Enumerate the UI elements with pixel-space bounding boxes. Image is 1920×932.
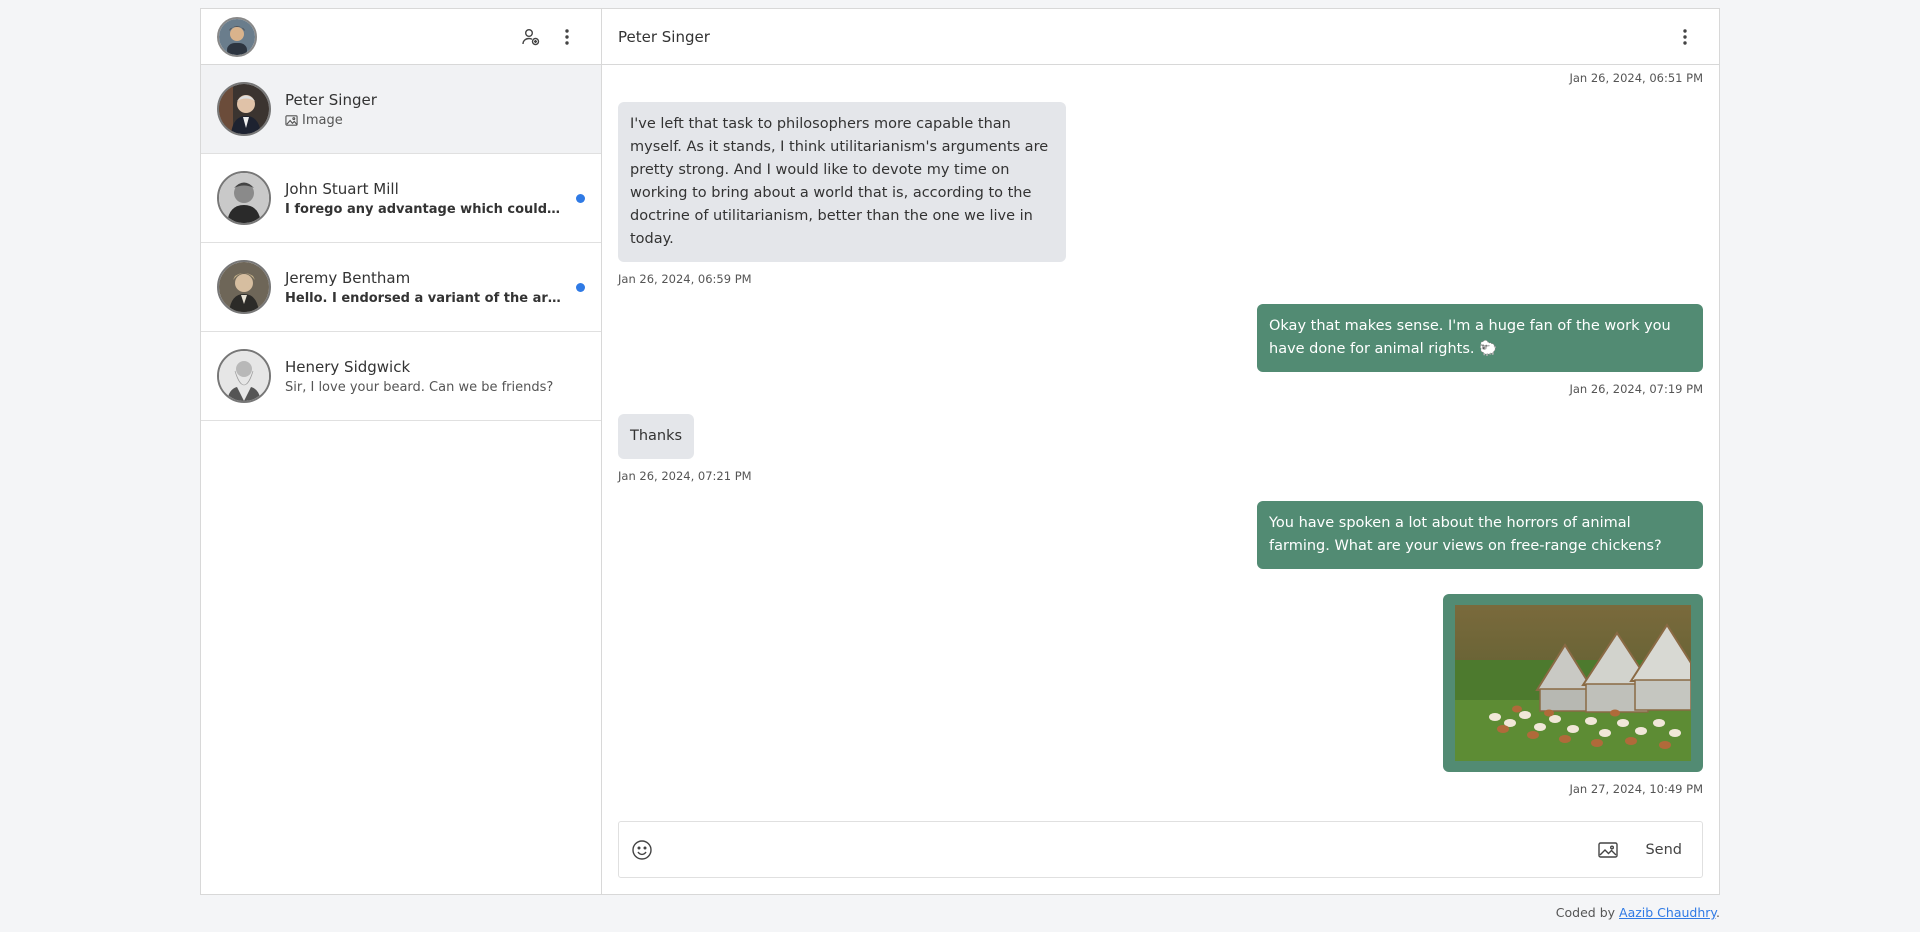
image-message-bubble[interactable] xyxy=(1443,594,1703,772)
message-composer: Send xyxy=(618,821,1703,878)
message-bubble: I've left that task to philosophers more… xyxy=(618,102,1066,262)
message-row: Thanks Jan 26, 2024, 07:21 PM xyxy=(618,414,1703,483)
chat-app: Peter Singer Image John Stuart Mill I fo… xyxy=(200,8,1720,895)
sidebar-header xyxy=(201,9,601,65)
message-bubble: Okay that makes sense. I'm a huge fan of… xyxy=(1257,304,1703,372)
message-timestamp: Jan 26, 2024, 07:19 PM xyxy=(1569,382,1703,396)
avatar xyxy=(217,171,271,225)
chat-info: Henery Sidgwick Sir, I love your beard. … xyxy=(285,358,585,395)
message-row: You have spoken a lot about the horrors … xyxy=(618,501,1703,569)
author-link[interactable]: Aazib Chaudhry xyxy=(1619,905,1716,920)
chat-preview-text: Image xyxy=(302,112,343,128)
sidebar: Peter Singer Image John Stuart Mill I fo… xyxy=(201,9,602,894)
chat-info: John Stuart Mill I forego any advantage … xyxy=(285,180,562,217)
chat-preview-text: Sir, I love your beard. Can we be friend… xyxy=(285,379,554,395)
emoji-icon[interactable] xyxy=(631,839,653,861)
sidebar-menu-icon[interactable] xyxy=(549,19,585,55)
unread-indicator xyxy=(576,282,585,292)
attach-image-icon[interactable] xyxy=(1597,840,1619,860)
message-timestamp: Jan 26, 2024, 06:51 PM xyxy=(1569,71,1703,85)
free-range-chickens-photo[interactable] xyxy=(1455,605,1691,761)
chat-preview-text: Hello. I endorsed a variant of the argum… xyxy=(285,290,562,306)
chat-preview: Image xyxy=(285,113,585,128)
message-bubble: Thanks xyxy=(618,414,695,459)
conversation-header: Peter Singer xyxy=(602,9,1719,65)
conversation-panel: Peter Singer Jan 26, 2024, 06:51 PM I've… xyxy=(602,9,1719,894)
conversation-title: Peter Singer xyxy=(618,27,710,46)
chat-preview: Hello. I endorsed a variant of the argum… xyxy=(285,291,562,306)
message-list[interactable]: Jan 26, 2024, 06:51 PM I've left that ta… xyxy=(602,65,1719,894)
chat-name: Henery Sidgwick xyxy=(285,357,411,376)
message-timestamp: Jan 27, 2024, 10:49 PM xyxy=(1569,782,1703,796)
message-row: Okay that makes sense. I'm a huge fan of… xyxy=(618,304,1703,396)
chat-item-peter-singer[interactable]: Peter Singer Image xyxy=(201,65,601,154)
message-input[interactable] xyxy=(665,841,1586,858)
avatar xyxy=(217,82,271,136)
user-avatar[interactable] xyxy=(217,16,257,57)
chat-name: John Stuart Mill xyxy=(285,179,399,198)
image-icon xyxy=(285,114,298,126)
message-row: Jan 27, 2024, 10:49 PM xyxy=(618,594,1703,796)
avatar xyxy=(217,349,271,403)
chat-item-henery-sidgwick[interactable]: Henery Sidgwick Sir, I love your beard. … xyxy=(201,332,601,421)
send-button[interactable]: Send xyxy=(1637,842,1690,858)
message-timestamp: Jan 26, 2024, 07:21 PM xyxy=(618,469,752,483)
message-timestamp: Jan 26, 2024, 06:59 PM xyxy=(618,272,752,286)
conversation-menu-icon[interactable] xyxy=(1667,19,1703,55)
message-row: I've left that task to philosophers more… xyxy=(618,102,1703,286)
chat-name: Jeremy Bentham xyxy=(285,268,411,287)
message-bubble: You have spoken a lot about the horrors … xyxy=(1257,501,1703,569)
chat-info: Peter Singer Image xyxy=(285,91,585,128)
chat-preview: Sir, I love your beard. Can we be friend… xyxy=(285,380,585,395)
chat-preview: I forego any advantage which could be de… xyxy=(285,202,562,217)
chat-preview-text: I forego any advantage which could be de… xyxy=(285,201,562,217)
chat-item-john-stuart-mill[interactable]: John Stuart Mill I forego any advantage … xyxy=(201,154,601,243)
chat-item-jeremy-bentham[interactable]: Jeremy Bentham Hello. I endorsed a varia… xyxy=(201,243,601,332)
avatar xyxy=(217,260,271,314)
footer-prefix: Coded by xyxy=(1555,905,1620,920)
unread-indicator xyxy=(576,193,585,203)
footer-suffix: . xyxy=(1716,905,1720,920)
add-contact-icon[interactable] xyxy=(513,19,549,55)
chat-name: Peter Singer xyxy=(285,90,377,109)
chat-info: Jeremy Bentham Hello. I endorsed a varia… xyxy=(285,269,562,306)
footer-credit: Coded by Aazib Chaudhry. xyxy=(1556,905,1720,920)
